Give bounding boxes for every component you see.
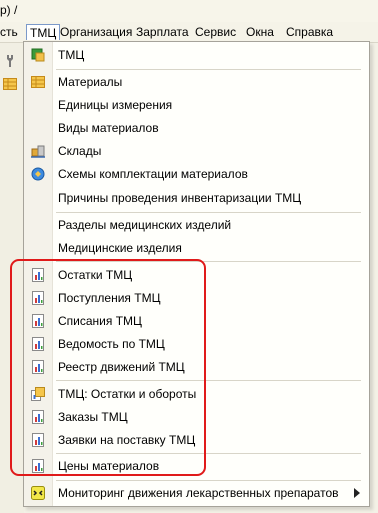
menu-item-medical-products[interactable]: Медицинские изделия [24, 237, 369, 259]
highlight-annotation [10, 259, 206, 476]
table-icon [31, 75, 45, 89]
menu-item-label: ТМЦ [58, 48, 85, 62]
window-title-text: р) / [0, 3, 18, 17]
menubar-item-organization[interactable]: Организация [57, 24, 135, 40]
window-title: р) / [0, 0, 378, 22]
menu-item-label: Схемы комплектации материалов [58, 167, 248, 181]
menu-separator [56, 69, 361, 70]
menu-item-label: Медицинские изделия [58, 241, 182, 255]
menu-item-label: Склады [58, 144, 102, 158]
menu-item-label: Материалы [58, 75, 123, 89]
menu-item-medical-sections[interactable]: Разделы медицинских изделий [24, 214, 369, 236]
menu-item-label: Разделы медицинских изделий [58, 218, 232, 232]
menu-separator [56, 212, 361, 213]
menu-item-inventory-reasons[interactable]: Причины проведения инвентаризации ТМЦ [24, 187, 369, 209]
menu-item-label: Единицы измерения [58, 98, 173, 112]
menu-item-warehouses[interactable]: Склады [24, 140, 369, 162]
menubar-item-help[interactable]: Справка [283, 24, 336, 40]
menu-item-label: Виды материалов [58, 121, 159, 135]
menu-separator [56, 480, 361, 481]
menubar-item-windows[interactable]: Окна [243, 24, 277, 40]
menu-item-units[interactable]: Единицы измерения [24, 94, 369, 116]
menu-item-drug-monitoring[interactable]: Мониторинг движения лекарственных препар… [24, 482, 369, 504]
table-icon[interactable] [3, 78, 17, 90]
menubar-item-service[interactable]: Сервис [192, 24, 239, 40]
monitoring-icon [31, 486, 45, 500]
submenu-arrow-icon [354, 488, 360, 498]
tmc-register-icon [31, 48, 45, 62]
menubar-item-salary[interactable]: Зарплата [133, 24, 192, 40]
menu-item-materials[interactable]: Материалы [24, 71, 369, 93]
menu-item-tmc[interactable]: ТМЦ [24, 44, 369, 66]
menubar: сть ТМЦ Организация Зарплата Сервис Окна… [0, 22, 378, 43]
wrench-icon[interactable] [4, 54, 18, 68]
menu-item-label: Мониторинг движения лекарственных препар… [58, 486, 339, 500]
kit-scheme-icon [31, 167, 45, 181]
menu-item-kit-schemes[interactable]: Схемы комплектации материалов [24, 163, 369, 185]
menubar-item-tmc[interactable]: ТМЦ [26, 24, 61, 40]
menubar-item-activity[interactable]: сть [0, 24, 21, 40]
warehouse-icon [31, 144, 45, 158]
menu-item-label: Причины проведения инвентаризации ТМЦ [58, 191, 302, 205]
menu-item-material-types[interactable]: Виды материалов [24, 117, 369, 139]
